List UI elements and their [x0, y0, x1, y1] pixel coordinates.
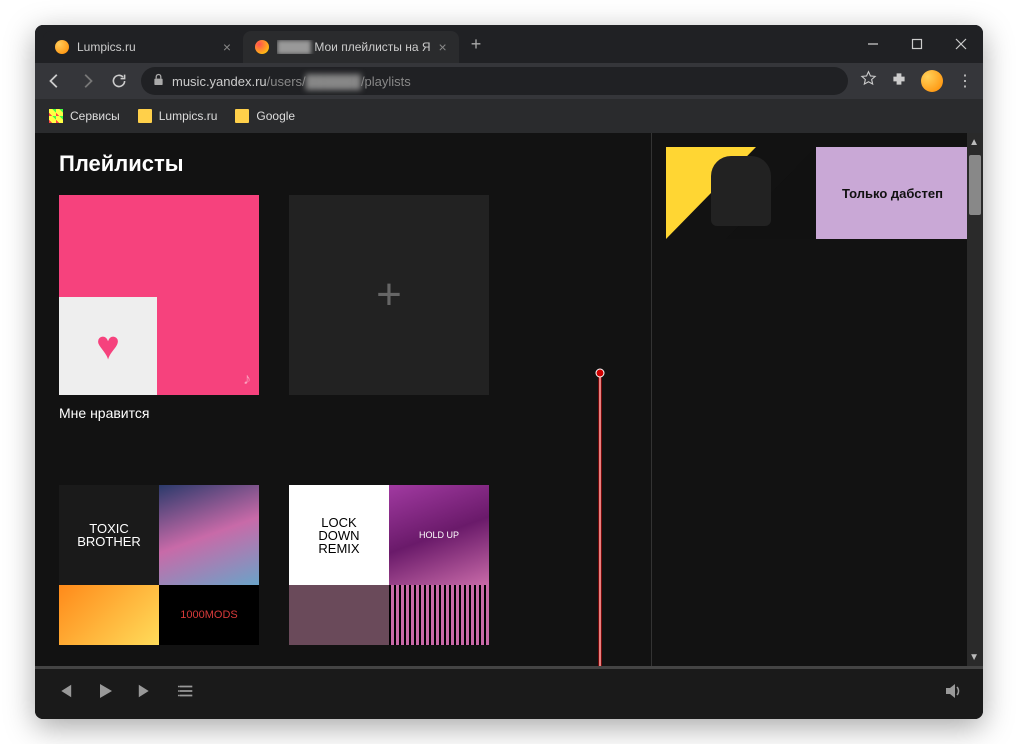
nav-reload-button[interactable] — [109, 71, 129, 91]
favicon-lumpics — [55, 40, 69, 54]
player-play-button[interactable] — [95, 681, 115, 706]
add-playlist-cover: + — [289, 195, 489, 395]
maximize-button[interactable] — [895, 25, 939, 63]
main-column: Плейлисты ♥ ♪ Мне нравится + TOX — [35, 133, 651, 667]
close-tab-icon[interactable]: × — [439, 39, 447, 55]
address-bar: music.yandex.ru/users/██████/playlists ⋮ — [35, 63, 983, 99]
close-window-button[interactable] — [939, 25, 983, 63]
titlebar: Lumpics.ru × ████ Мои плейлисты на Я × + — [35, 25, 983, 63]
scrollbar-thumb[interactable] — [969, 155, 981, 215]
page-content: Плейлисты ♥ ♪ Мне нравится + TOX — [35, 133, 983, 667]
player-volume-button[interactable] — [943, 681, 963, 706]
playlist-tile-add[interactable]: + — [289, 195, 489, 421]
lock-icon — [153, 73, 164, 89]
folder-icon — [138, 109, 152, 123]
browser-window: Lumpics.ru × ████ Мои плейлисты на Я × + — [35, 25, 983, 719]
url-text: music.yandex.ru/users/██████/playlists — [172, 74, 411, 89]
playlist-cover-liked: ♥ ♪ — [59, 195, 259, 395]
playlist-label: Мне нравится — [59, 405, 259, 421]
bookmarks-bar: Сервисы Lumpics.ru Google — [35, 99, 983, 133]
sidebar-card-label: Только дабстеп — [816, 147, 969, 239]
album-cover: HOLD UP — [389, 485, 489, 585]
tab-title: ████ Мои плейлисты на Я — [277, 40, 431, 54]
page-scrollbar[interactable]: ▲ ▼ — [967, 133, 983, 667]
album-cover: LOCKDOWNREMIX — [289, 485, 389, 585]
url-input[interactable]: music.yandex.ru/users/██████/playlists — [141, 67, 848, 95]
tab-yandex-music[interactable]: ████ Мои плейлисты на Я × — [243, 31, 459, 63]
plus-icon: + — [376, 270, 402, 320]
minimize-button[interactable] — [851, 25, 895, 63]
scroll-down-icon[interactable]: ▼ — [969, 652, 979, 663]
kebab-menu-icon[interactable]: ⋮ — [957, 71, 973, 91]
playlist-tile-liked[interactable]: ♥ ♪ Мне нравится — [59, 195, 259, 421]
star-bookmark-icon[interactable] — [860, 70, 877, 92]
sidebar-card-dubstep[interactable]: Только дабстеп — [666, 147, 969, 239]
page-title: Плейлисты — [59, 151, 627, 177]
album-cover — [159, 485, 259, 585]
tab-title: Lumpics.ru — [77, 40, 215, 54]
album-cover — [389, 585, 489, 645]
album-grid-1[interactable]: TOXIC BROTHER 1000MODS — [59, 485, 259, 645]
close-tab-icon[interactable]: × — [223, 39, 231, 55]
favicon-yandex-music — [255, 40, 269, 54]
album-cover: TOXIC BROTHER — [59, 485, 159, 585]
right-sidebar: Только дабстеп — [651, 133, 983, 667]
player-next-button[interactable] — [137, 682, 155, 705]
window-controls — [851, 25, 983, 63]
apps-icon — [49, 109, 63, 123]
bookmark-lumpics[interactable]: Lumpics.ru — [138, 109, 218, 123]
nav-back-button[interactable] — [45, 71, 65, 91]
heart-icon: ♥ — [96, 324, 120, 369]
profile-avatar[interactable] — [921, 70, 943, 92]
extensions-icon[interactable] — [891, 71, 907, 92]
album-grid-2[interactable]: LOCKDOWNREMIX HOLD UP — [289, 485, 489, 645]
album-cover: 1000MODS — [159, 585, 259, 645]
tab-lumpics[interactable]: Lumpics.ru × — [43, 31, 243, 63]
music-player-bar — [35, 667, 983, 719]
album-cover — [289, 585, 389, 645]
sidebar-card-thumb — [666, 147, 816, 239]
player-progress[interactable] — [35, 666, 983, 669]
player-prev-button[interactable] — [55, 682, 73, 705]
album-cover — [59, 585, 159, 645]
heart-box: ♥ — [59, 297, 157, 395]
note-icon: ♪ — [243, 371, 251, 389]
bookmark-google[interactable]: Google — [235, 109, 295, 123]
scroll-up-icon[interactable]: ▲ — [969, 137, 979, 148]
player-queue-button[interactable] — [177, 682, 195, 705]
tabs-strip: Lumpics.ru × ████ Мои плейлисты на Я × + — [35, 25, 851, 63]
playlist-tiles-row: ♥ ♪ Мне нравится + — [59, 195, 627, 421]
nav-forward-button[interactable] — [77, 71, 97, 91]
new-tab-button[interactable]: + — [459, 26, 494, 63]
folder-icon — [235, 109, 249, 123]
bookmark-services[interactable]: Сервисы — [49, 109, 120, 123]
album-tiles-row: TOXIC BROTHER 1000MODS LOCKDOWNREMIX HOL… — [59, 485, 627, 645]
